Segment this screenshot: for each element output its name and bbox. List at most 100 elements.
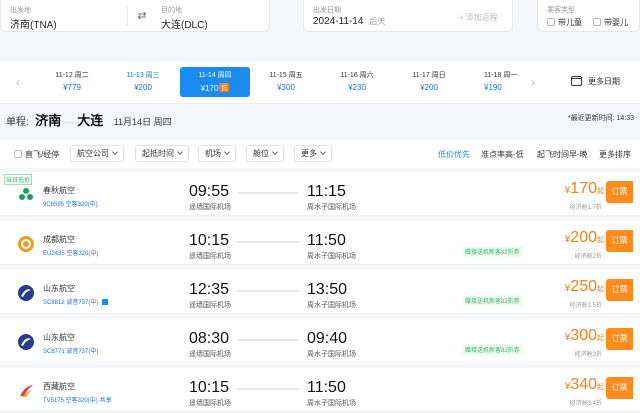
date-cell-price: ¥200	[134, 83, 152, 92]
flight-row: 山东航空 SC8812 波音737(中) 12:35 遥墙国际机场 13:50 …	[0, 270, 640, 314]
filter-airport[interactable]: 机场	[198, 145, 236, 162]
sort-more[interactable]: 更多排序	[599, 149, 631, 160]
date-cell-price: ¥300	[277, 83, 295, 92]
lowest-price-tag: 当日低价	[4, 174, 33, 185]
from-city-input[interactable]: 济南(TNA)	[10, 16, 57, 31]
date-cell[interactable]: 11-12 周二 ¥779	[37, 70, 107, 92]
date-cell[interactable]: 11-18 周一 ¥190	[466, 70, 520, 92]
airline-name: 成都航空	[43, 235, 75, 244]
date-cell-date: 11-18 周一	[484, 72, 518, 79]
airline-name: 山东航空	[43, 333, 75, 342]
last-updated: *最近更新时间: 14:33	[567, 115, 634, 122]
filter-label: 起抵时间	[142, 149, 174, 158]
departure-time: 09:55	[189, 183, 230, 200]
filter-airline[interactable]: 航空公司	[70, 145, 124, 162]
flight-number[interactable]: EU2435 空客320(中)	[43, 248, 98, 257]
book-button[interactable]: 订票	[606, 377, 633, 399]
tibet-airlines-logo-icon	[20, 385, 33, 397]
arrival-time: 09:40	[307, 330, 348, 347]
flight-number-text: EU2435 空客320(中)	[43, 251, 99, 257]
date-cell-date: 11-16 周六	[340, 72, 374, 79]
sort-low-price[interactable]: 低价优先	[438, 149, 470, 160]
date-strip: ‹ 11-12 周二 ¥779 11-13 周三 ¥200 11-14 周四 ¥…	[0, 62, 640, 104]
checkbox-icon	[593, 18, 601, 26]
flight-number[interactable]: 9C6595 空客320(中)	[43, 199, 98, 208]
book-button[interactable]: 订票	[606, 230, 633, 252]
filter-cabin[interactable]: 舱位	[246, 145, 284, 162]
arrival-airport: 周水子国际机场	[307, 253, 356, 260]
filter-more[interactable]: 更多	[294, 145, 332, 162]
promo-badge: 赠接送机新客82折券	[462, 246, 523, 257]
chevron-down-icon	[272, 149, 278, 155]
departure-airport: 遥墙国际机场	[189, 400, 231, 407]
chevron-down-icon	[320, 149, 326, 155]
arrival-airport: 周水子国际机场	[307, 302, 356, 309]
arrival-airport: 周水子国际机场	[307, 351, 356, 358]
book-button[interactable]: 订票	[606, 181, 633, 203]
low-price-badge: 低	[219, 83, 230, 92]
flight-number[interactable]: SC8771 波音737(中)	[43, 346, 98, 355]
date-cell[interactable]: 11-13 周三 ¥200	[108, 70, 178, 92]
price: ¥200起	[565, 229, 604, 247]
date-cell-selected[interactable]: 11-14 周四 ¥170 低	[180, 67, 250, 97]
flight-number[interactable]: SC8812 波音737(中)	[43, 297, 109, 306]
price-suffix: 起	[597, 335, 604, 342]
sort-departure[interactable]: 起飞时间早-晚	[537, 149, 588, 160]
filter-label: 更多	[301, 149, 317, 158]
divider	[127, 6, 128, 26]
next-dates-arrow-icon[interactable]: ›	[531, 75, 535, 89]
sort-ontime[interactable]: 准点率高-低	[481, 149, 524, 160]
arrival-time: 13:50	[307, 281, 348, 298]
departure-time: 10:15	[189, 232, 230, 249]
flight-number-text: 9C6595 空客320(中)	[43, 202, 98, 208]
price: ¥340起	[565, 376, 604, 394]
direct-flight-checkbox[interactable]: 直飞/经停	[14, 149, 59, 160]
date-cell[interactable]: 11-17 周日 ¥200	[394, 70, 464, 92]
to-city-input[interactable]: 大连(DLC)	[161, 16, 208, 31]
departure-time: 10:15	[189, 379, 230, 396]
chevron-down-icon	[224, 149, 230, 155]
date-cell-date: 11-15 周五	[269, 72, 303, 79]
shandong-airlines-logo-icon	[18, 334, 34, 350]
more-dates-label: 更多日期	[588, 77, 620, 86]
departure-time: 08:30	[189, 330, 230, 347]
date-cell[interactable]: 11-16 周六 ¥230	[322, 70, 392, 92]
date-selector[interactable]: 出发日期 2024-11-14 后天 + 添加返程	[303, 0, 513, 32]
date-cell[interactable]: 11-15 周五 ¥300	[251, 70, 321, 92]
flight-duration-line	[237, 290, 299, 292]
price-suffix: 起	[597, 188, 604, 195]
price: ¥170起	[565, 180, 604, 198]
more-dates-button[interactable]: 更多日期	[571, 76, 620, 87]
checkbox-icon	[14, 150, 22, 158]
spring-airlines-logo-icon	[19, 188, 33, 200]
swap-icon[interactable]: ⇄	[135, 9, 149, 23]
filter-time[interactable]: 起抵时间	[135, 145, 189, 162]
departure-airport: 遥墙国际机场	[189, 204, 231, 211]
flight-duration-line	[237, 339, 299, 341]
price-value: 200	[570, 229, 597, 246]
infant-checkbox[interactable]: 带婴儿	[593, 17, 628, 28]
price-value: 170	[570, 180, 597, 197]
date-cell-date: 11-13 周三	[126, 72, 160, 79]
prev-dates-arrow-icon[interactable]: ‹	[16, 75, 20, 89]
filter-label: 舱位	[253, 149, 269, 158]
date-cell-price: ¥190	[484, 83, 502, 92]
arrival-airport: 周水子国际机场	[307, 400, 356, 407]
departure-airport: 遥墙国际机场	[189, 351, 231, 358]
date-cell-price: ¥200	[420, 83, 438, 92]
date-cell-date: 11-12 周二	[55, 72, 89, 79]
price-value: 250	[570, 278, 597, 295]
route-from: 济南	[35, 113, 62, 128]
chevron-down-icon	[112, 149, 118, 155]
price-suffix: 起	[597, 286, 604, 293]
to-label: 目的地	[161, 7, 182, 14]
book-button[interactable]: 订票	[606, 328, 633, 350]
child-checkbox[interactable]: 带儿童	[547, 17, 582, 28]
departure-time: 12:35	[189, 281, 230, 298]
date-input[interactable]: 2024-11-14 后天	[313, 16, 385, 27]
flight-number[interactable]: TV5175 空客320(中) 共享	[43, 395, 112, 404]
add-return-link[interactable]: + 添加返程	[459, 12, 498, 23]
book-button[interactable]: 订票	[606, 279, 633, 301]
filter-label: 机场	[205, 149, 221, 158]
route-dash: —	[64, 117, 75, 128]
